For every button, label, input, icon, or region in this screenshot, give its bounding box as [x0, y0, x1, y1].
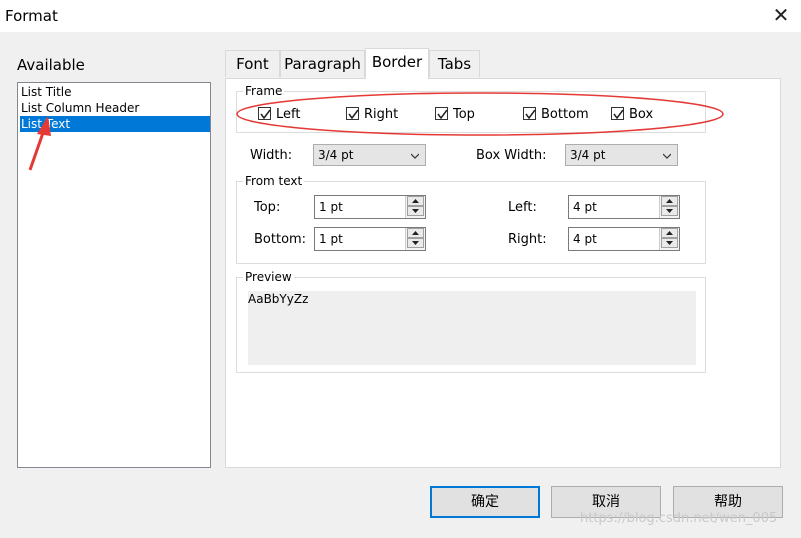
from-text-group — [236, 181, 706, 264]
spin-up-icon[interactable] — [407, 196, 424, 206]
preview-sample-text: AaBbYyZz — [248, 292, 309, 306]
from-bottom-input[interactable]: 1 pt — [314, 227, 426, 251]
spin-up-icon[interactable] — [661, 196, 678, 206]
box-width-value: 3/4 pt — [570, 148, 606, 162]
spin-down-icon[interactable] — [407, 206, 424, 216]
width-combo[interactable]: 3/4 pt — [313, 144, 426, 166]
tab-font[interactable]: Font — [225, 50, 280, 77]
from-left-input[interactable]: 4 pt — [568, 195, 680, 219]
spin-down-icon[interactable] — [407, 238, 424, 248]
ok-button[interactable]: 确定 — [430, 486, 540, 518]
from-right-label: Right: — [508, 232, 547, 247]
available-label: Available — [17, 56, 85, 74]
from-top-spinner[interactable] — [405, 196, 425, 218]
close-icon[interactable]: ✕ — [770, 3, 792, 27]
list-item-list-title[interactable]: List Title — [20, 84, 210, 100]
chevron-down-icon — [663, 153, 671, 159]
tab-paragraph[interactable]: Paragraph — [280, 50, 365, 77]
annotation-arrow-icon — [28, 116, 51, 171]
from-top-input[interactable]: 1 pt — [314, 195, 426, 219]
chevron-down-icon — [411, 153, 419, 159]
title-bar — [0, 0, 801, 32]
box-width-label: Box Width: — [476, 148, 547, 163]
from-bottom-label: Bottom: — [254, 232, 307, 247]
box-width-combo[interactable]: 3/4 pt — [565, 144, 678, 166]
spin-up-icon[interactable] — [661, 228, 678, 238]
width-label: Width: — [250, 148, 293, 163]
from-left-spinner[interactable] — [659, 196, 679, 218]
from-right-value: 4 pt — [573, 232, 597, 246]
width-value: 3/4 pt — [318, 148, 354, 162]
from-text-group-label: From text — [243, 174, 305, 188]
from-top-value: 1 pt — [319, 200, 343, 214]
from-bottom-spinner[interactable] — [405, 228, 425, 250]
preview-group-label: Preview — [243, 270, 294, 284]
watermark-text: https://blog.csdn.net/wen_005 — [580, 511, 778, 526]
from-bottom-value: 1 pt — [319, 232, 343, 246]
preview-box: AaBbYyZz — [248, 291, 696, 365]
tab-tabs[interactable]: Tabs — [429, 50, 480, 77]
window-title: Format — [5, 7, 58, 25]
spin-down-icon[interactable] — [661, 238, 678, 248]
from-right-spinner[interactable] — [659, 228, 679, 250]
tab-border[interactable]: Border — [365, 48, 429, 79]
from-top-label: Top: — [254, 200, 281, 215]
spin-up-icon[interactable] — [407, 228, 424, 238]
from-right-input[interactable]: 4 pt — [568, 227, 680, 251]
spin-down-icon[interactable] — [661, 206, 678, 216]
from-left-label: Left: — [508, 200, 537, 215]
annotation-ellipse-icon — [236, 92, 724, 136]
from-left-value: 4 pt — [573, 200, 597, 214]
